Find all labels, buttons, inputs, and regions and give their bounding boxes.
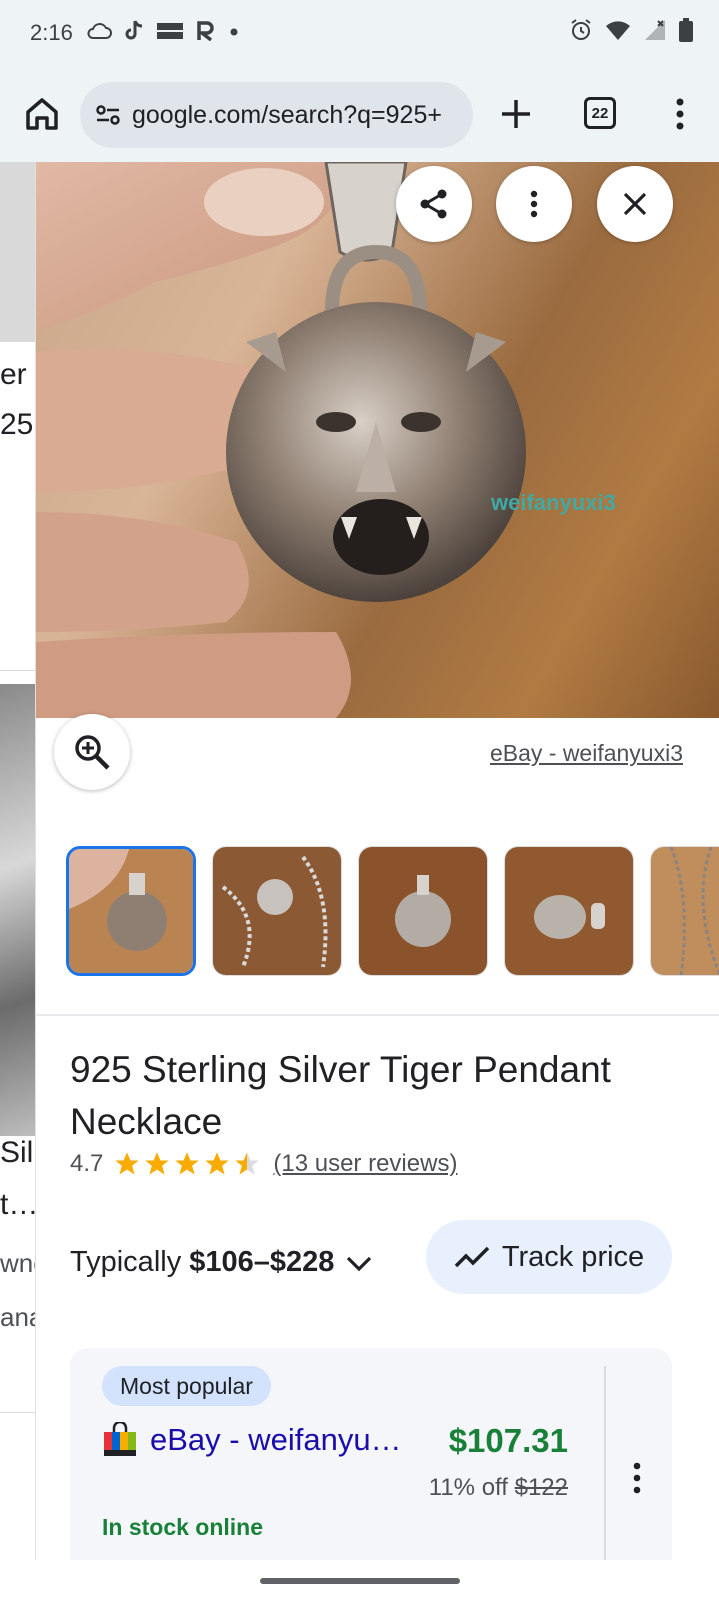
thumbnail-image — [505, 847, 633, 975]
rating-row: 4.7 (13 user reviews) — [70, 1150, 457, 1178]
star-icon — [175, 1152, 200, 1175]
result-text-fragment: Sil — [0, 1136, 34, 1169]
share-icon — [420, 189, 447, 219]
typical-price-dropdown[interactable]: Typically $106–$228 — [70, 1246, 376, 1279]
image-watermark: weifanyuxi3 — [491, 490, 616, 515]
url-text: google.com/search?q=925+ — [132, 100, 442, 129]
address-bar[interactable]: google.com/search?q=925+ — [80, 82, 473, 148]
thumbnail[interactable] — [650, 846, 719, 976]
most-popular-badge: Most popular — [102, 1366, 271, 1406]
site-settings-icon[interactable] — [94, 101, 122, 129]
status-bar: 2:16 — [0, 0, 719, 68]
product-image[interactable]: weifanyuxi3 — [36, 162, 719, 718]
more-vert-icon — [530, 190, 538, 218]
dot-icon — [230, 28, 238, 36]
thumbnail[interactable] — [504, 846, 634, 976]
battery-icon — [679, 18, 693, 42]
chevron-down-icon — [347, 1256, 372, 1271]
product-title: 925 Sterling Silver Tiger Pendant Neckla… — [70, 1049, 611, 1142]
offer-card[interactable]: Most popular eBay - weifanyu… $107.31 11… — [70, 1348, 672, 1560]
divider — [0, 1412, 35, 1413]
star-icon — [145, 1152, 170, 1175]
temu-icon — [157, 23, 183, 39]
thumbnail-image — [69, 849, 193, 973]
shopping-bag-icon — [104, 1422, 136, 1456]
thumbnail-image — [651, 847, 719, 975]
track-price-button[interactable]: Track price — [426, 1220, 672, 1294]
r-app-icon — [196, 21, 214, 41]
divider — [604, 1366, 606, 1560]
browser-toolbar: google.com/search?q=925+ 22 — [0, 68, 719, 162]
more-options-icon[interactable] — [660, 94, 700, 134]
wifi-icon — [606, 21, 630, 40]
original-price: $122 — [514, 1474, 568, 1501]
alarm-icon — [571, 19, 591, 40]
cloud-icon — [87, 23, 112, 39]
more-vert-icon — [633, 1462, 641, 1494]
thumbnail[interactable] — [358, 846, 488, 976]
store-row[interactable]: eBay - weifanyu… — [102, 1422, 402, 1458]
star-icon — [205, 1152, 230, 1175]
image-viewer-panel: weifanyuxi3 eBay - weifanyuxi3 925 Sterl… — [36, 162, 719, 1560]
half-star-icon — [235, 1152, 260, 1175]
source-link[interactable]: eBay - weifanyuxi3 — [490, 740, 683, 767]
system-icons — [569, 18, 693, 42]
discount-text: 11% off — [428, 1474, 508, 1501]
tab-switcher-button[interactable]: 22 — [584, 97, 616, 129]
thumbnail-selected[interactable] — [66, 846, 196, 976]
result-text-fragment: wne — [0, 1248, 35, 1278]
star-icon — [115, 1152, 140, 1175]
stock-status: In stock online — [102, 1514, 264, 1540]
notification-icons — [86, 20, 240, 42]
trending-icon — [454, 1246, 490, 1268]
zoom-button[interactable] — [54, 714, 130, 790]
track-price-label: Track price — [501, 1240, 645, 1273]
zoom-in-icon — [75, 735, 110, 770]
reviews-link[interactable]: (13 user reviews) — [273, 1150, 457, 1178]
new-tab-icon[interactable] — [496, 94, 536, 134]
result-text-fragment: 25 — [0, 408, 34, 441]
result-text-fragment: t… — [0, 1188, 36, 1221]
tiger-pendant-illustration — [36, 162, 526, 718]
status-time: 2:16 — [30, 20, 73, 45]
background-results[interactable]: er 25 Sil t… wne ana — [0, 162, 36, 1560]
tab-count: 22 — [591, 104, 609, 122]
result-image[interactable] — [0, 684, 35, 1136]
rating-stars — [113, 1150, 261, 1178]
rating-value: 4.7 — [70, 1150, 104, 1177]
more-options-button[interactable] — [496, 166, 572, 242]
offer-more-button[interactable] — [622, 1448, 652, 1508]
divider — [0, 670, 35, 671]
price-prefix: Typically — [70, 1246, 182, 1278]
thumbnail[interactable] — [212, 846, 342, 976]
store-name[interactable]: eBay - weifanyu… — [150, 1422, 402, 1458]
close-icon — [623, 192, 647, 216]
thumbnail-image — [213, 847, 341, 975]
thumbnail-strip[interactable] — [66, 846, 719, 978]
divider — [36, 1014, 719, 1016]
result-text-fragment: ana — [0, 1302, 35, 1332]
result-image[interactable] — [0, 162, 35, 342]
home-icon[interactable] — [22, 94, 62, 134]
price-range: $106–$228 — [189, 1246, 335, 1278]
result-text-fragment: er — [0, 358, 27, 391]
offer-discount: 11% off $122 — [429, 1474, 568, 1502]
signal-icon — [645, 20, 665, 40]
thumbnail-image — [359, 847, 487, 975]
tiktok-icon — [125, 20, 143, 40]
offer-price: $107.31 — [448, 1422, 568, 1459]
gesture-handle[interactable] — [260, 1578, 460, 1584]
share-button[interactable] — [396, 166, 472, 242]
close-button[interactable] — [597, 166, 673, 242]
